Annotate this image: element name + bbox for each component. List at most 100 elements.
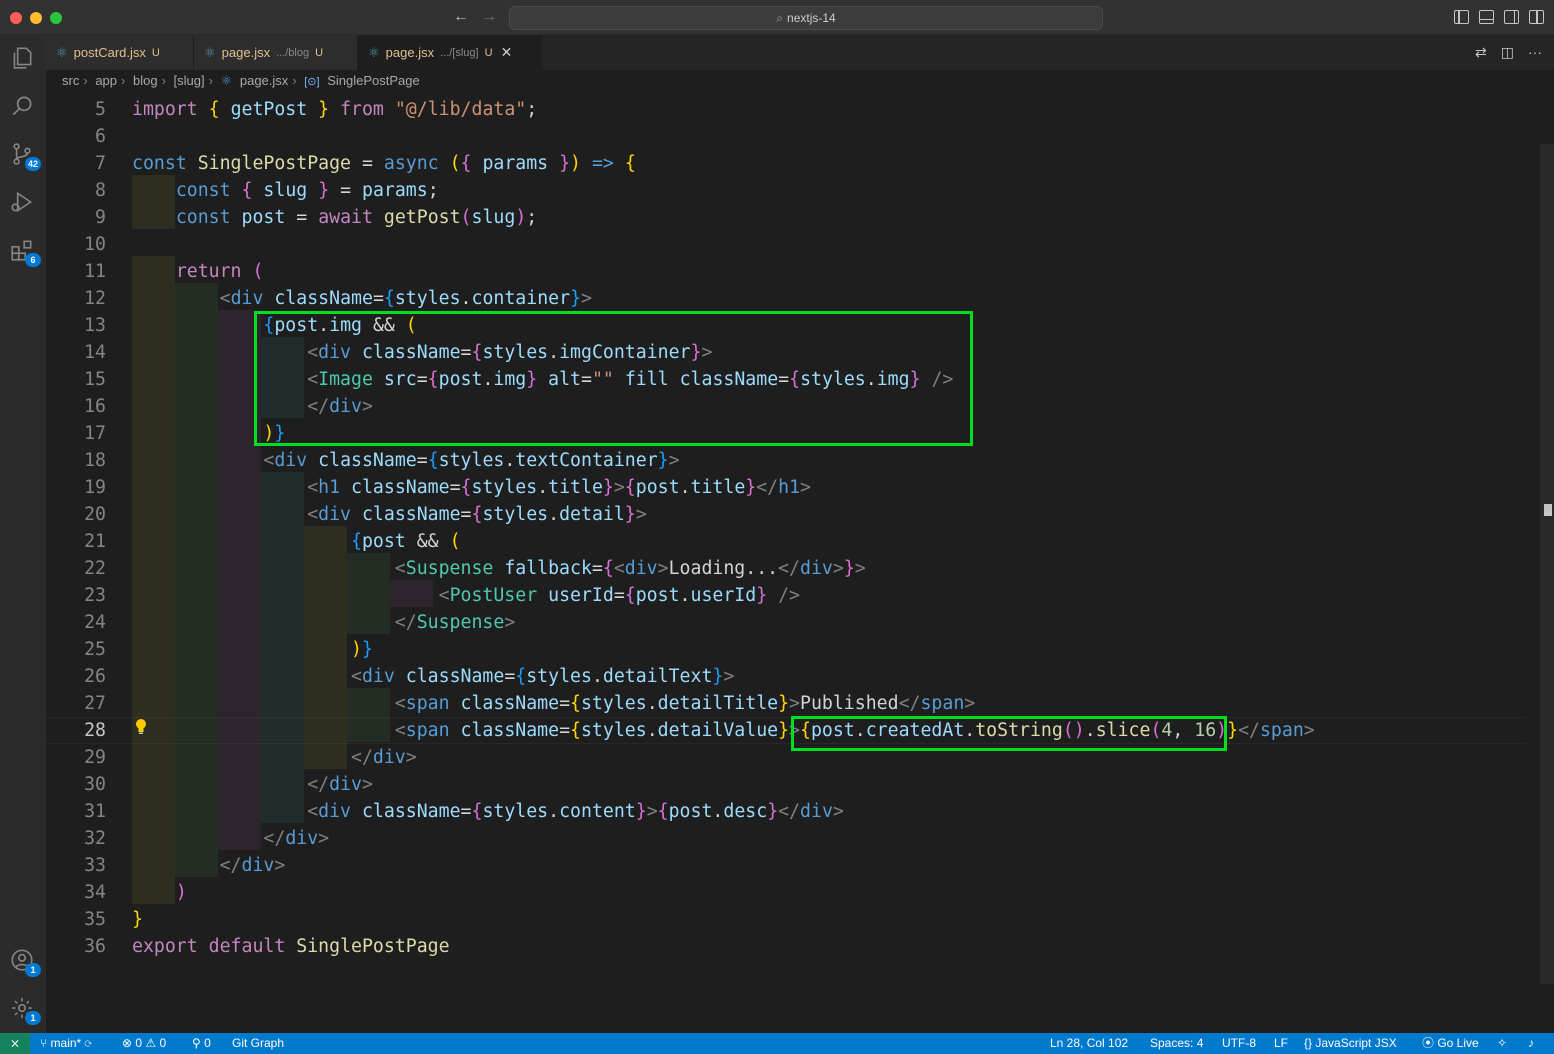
line-number: 18 (84, 450, 106, 471)
chevron-right-icon: › (83, 73, 88, 88)
code-line: 12 <div className={styles.container}> (46, 285, 1526, 312)
search-icon[interactable] (9, 93, 37, 121)
explorer-icon[interactable] (9, 45, 37, 73)
code-line: 27 <span className={styles.detailTitle}>… (46, 690, 1526, 717)
breadcrumb-item[interactable]: [slug] (174, 73, 205, 88)
encoding-status[interactable]: UTF-8 (1222, 1033, 1256, 1054)
lightbulb-icon[interactable] (134, 718, 148, 736)
broadcast-icon: ⦿ (1422, 1036, 1438, 1050)
feedback-icon[interactable]: ✧ (1497, 1033, 1507, 1054)
tab-description: .../blog (276, 46, 310, 59)
branch-name: main* (50, 1036, 82, 1050)
line-number: 24 (84, 612, 106, 633)
maximize-window-button[interactable] (50, 12, 62, 24)
problems-status[interactable]: ⊗ 0 ⚠ 0 (122, 1033, 166, 1054)
line-number: 11 (84, 261, 106, 282)
chevron-right-icon: › (292, 73, 297, 88)
tab-label: postCard.jsx (73, 45, 146, 60)
extensions-badge: 6 (25, 253, 41, 267)
git-graph-button[interactable]: Git Graph (232, 1033, 284, 1054)
forward-arrow-icon[interactable]: → (481, 8, 497, 26)
line-number: 12 (84, 288, 106, 309)
activity-bar: 42 6 1 1 (0, 35, 46, 1033)
code-line: 28 <span className={styles.detailValue}>… (46, 717, 1526, 744)
line-number: 35 (84, 909, 106, 930)
line-number: 26 (84, 666, 106, 687)
go-live-button[interactable]: ⦿ Go Live (1422, 1033, 1479, 1054)
line-number: 6 (95, 126, 106, 147)
code-line: 32 </div> (46, 825, 1526, 852)
line-number: 17 (84, 423, 106, 444)
notifications-bell-icon[interactable]: ♪ (1528, 1033, 1534, 1054)
code-line: 6 (46, 123, 1526, 150)
breadcrumb-item[interactable]: src (62, 73, 79, 88)
line-number: 15 (84, 369, 106, 390)
toggle-primary-sidebar-icon[interactable] (1454, 10, 1469, 24)
line-number: 21 (84, 531, 106, 552)
language-mode[interactable]: {} JavaScript JSX (1304, 1033, 1397, 1054)
source-control-icon[interactable]: 42 (9, 141, 41, 171)
customize-layout-icon[interactable] (1529, 10, 1544, 24)
minimize-window-button[interactable] (30, 12, 42, 24)
vertical-scrollbar[interactable] (1540, 144, 1554, 984)
line-number: 33 (84, 855, 106, 876)
toggle-panel-icon[interactable] (1479, 10, 1494, 24)
run-debug-icon[interactable] (9, 189, 37, 217)
split-editor-icon[interactable]: ◫ (1501, 44, 1514, 61)
react-file-icon: ⚛ (204, 44, 216, 60)
accounts-icon[interactable]: 1 (9, 947, 41, 977)
breadcrumb-item[interactable]: blog (133, 73, 158, 88)
go-live-label: Go Live (1437, 1036, 1479, 1050)
line-number: 32 (84, 828, 106, 849)
breadcrumb-item[interactable]: app (95, 73, 117, 88)
chevron-right-icon: › (121, 73, 126, 88)
code-editor[interactable]: 5 import { getPost } from "@/lib/data"; 6… (46, 94, 1554, 1033)
tab-blog-page[interactable]: ⚛ page.jsx .../blog U (194, 35, 358, 70)
branch-status[interactable]: ⑂ main* ⟳ (40, 1033, 92, 1054)
tab-actions: ⇄ ◫ ··· (1475, 44, 1542, 61)
breadcrumb-item[interactable]: page.jsx (240, 73, 288, 88)
search-icon: ⌕ (776, 11, 784, 25)
code-line: 35} (46, 906, 1526, 933)
code-line: 18 <div className={styles.textContainer}… (46, 447, 1526, 474)
eol-status[interactable]: LF (1274, 1033, 1288, 1054)
tab-status: U (484, 46, 493, 59)
command-center-search[interactable]: ⌕ nextjs-14 (509, 6, 1103, 30)
chevron-right-icon: › (208, 73, 213, 88)
close-icon[interactable]: ✕ (501, 44, 513, 61)
breadcrumb-item[interactable]: SinglePostPage (327, 73, 420, 88)
status-bar: ⨯ ⑂ main* ⟳ ⊗ 0 ⚠ 0 ⚲ 0 Git Graph Ln 28,… (0, 1033, 1554, 1054)
open-changes-icon[interactable]: ⇄ (1475, 44, 1487, 61)
line-number: 31 (84, 801, 106, 822)
code-line: 22 <Suspense fallback={<div>Loading...</… (46, 555, 1526, 582)
tab-slug-page[interactable]: ⚛ page.jsx .../[slug] U ✕ (358, 35, 542, 70)
close-window-button[interactable] (10, 12, 22, 24)
cursor-position[interactable]: Ln 28, Col 102 (1050, 1033, 1128, 1054)
line-number: 27 (84, 693, 106, 714)
code-line: 9 const post = await getPost(slug); (46, 204, 1526, 231)
line-number: 30 (84, 774, 106, 795)
react-file-icon: ⚛ (368, 44, 380, 60)
settings-badge: 1 (25, 1011, 41, 1025)
remote-indicator-icon[interactable]: ⨯ (0, 1033, 30, 1054)
more-actions-icon[interactable]: ··· (1528, 44, 1542, 61)
extensions-icon[interactable]: 6 (9, 237, 41, 267)
line-number: 7 (95, 153, 106, 174)
broadcast-icon: ⚲ (192, 1036, 205, 1050)
tab-status: U (151, 46, 160, 59)
ports-status[interactable]: ⚲ 0 (192, 1033, 211, 1054)
ports-count: 0 (204, 1036, 211, 1050)
tab-status: U (315, 46, 324, 59)
line-number: 8 (95, 180, 106, 201)
toggle-secondary-sidebar-icon[interactable] (1504, 10, 1519, 24)
tab-postcard[interactable]: ⚛ postCard.jsx U (46, 35, 194, 70)
code-line: 31 <div className={styles.content}>{post… (46, 798, 1526, 825)
line-number: 13 (84, 315, 106, 336)
settings-gear-icon[interactable]: 1 (9, 995, 41, 1025)
line-number: 25 (84, 639, 106, 660)
indentation-status[interactable]: Spaces: 4 (1150, 1033, 1203, 1054)
line-number: 23 (84, 585, 106, 606)
editor-tab-bar: ⚛ postCard.jsx U ⚛ page.jsx .../blog U ⚛… (46, 35, 1554, 70)
tab-label: page.jsx (385, 45, 435, 60)
back-arrow-icon[interactable]: ← (453, 8, 469, 26)
